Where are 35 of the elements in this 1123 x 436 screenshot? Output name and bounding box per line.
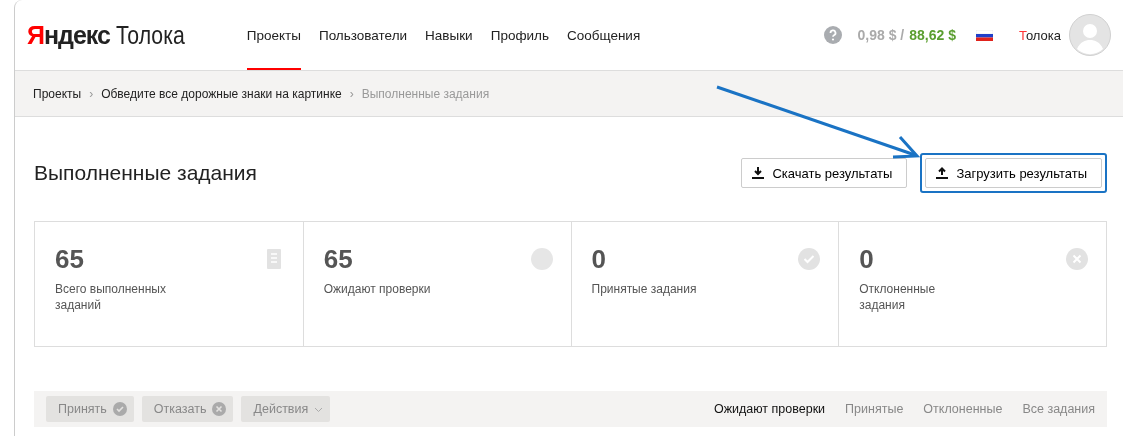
page-title: Выполненные задания — [34, 161, 258, 185]
breadcrumb[interactable]: Проекты — [33, 86, 82, 101]
stat-value: 65 — [323, 244, 353, 275]
circle-icon — [530, 248, 553, 270]
nav-tab[interactable]: Сообщения — [566, 0, 641, 70]
flag-icon[interactable] — [975, 29, 993, 41]
stat-label: Отклоненные задания — [859, 281, 937, 313]
nav-tab[interactable]: Навыки — [425, 0, 473, 70]
download-icon — [752, 167, 765, 179]
cross-icon — [212, 402, 227, 416]
help-icon[interactable] — [823, 26, 842, 44]
breadcrumb[interactable]: Обведите все дорожные знаки на картинке — [101, 86, 342, 101]
cross-icon — [1066, 248, 1088, 270]
balance-pending: 0,98 $ / — [857, 27, 905, 43]
nav-tab[interactable]: Профиль — [490, 0, 549, 70]
breadcrumb-separator: › — [349, 86, 354, 101]
upload-icon — [936, 167, 949, 179]
stat-label: Всего выполненных заданий — [55, 281, 167, 313]
check-icon — [112, 402, 127, 416]
stat-value: 0 — [591, 244, 606, 275]
user-name[interactable]: Толока — [1018, 27, 1061, 43]
upload-button[interactable]: Загрузить результаты — [925, 158, 1102, 188]
check-icon — [798, 248, 821, 270]
stat-value: 65 — [55, 244, 84, 275]
avatar-icon[interactable] — [1069, 14, 1111, 56]
breadcrumb-separator: › — [89, 86, 94, 101]
stat-label: Принятые задания — [591, 281, 698, 297]
nav-tab[interactable]: Пользователи — [318, 0, 408, 70]
download-button[interactable]: Скачать результаты — [741, 158, 908, 188]
stat-value: 0 — [859, 244, 874, 275]
logo-product[interactable]: Толока — [115, 20, 185, 50]
filter-tab[interactable]: Ожидают проверки — [713, 402, 826, 416]
logo-brand[interactable]: Яндекс — [27, 20, 110, 50]
stat-label: Ожидают проверки — [323, 281, 432, 297]
balance-available: 88,62 $ — [909, 27, 956, 43]
